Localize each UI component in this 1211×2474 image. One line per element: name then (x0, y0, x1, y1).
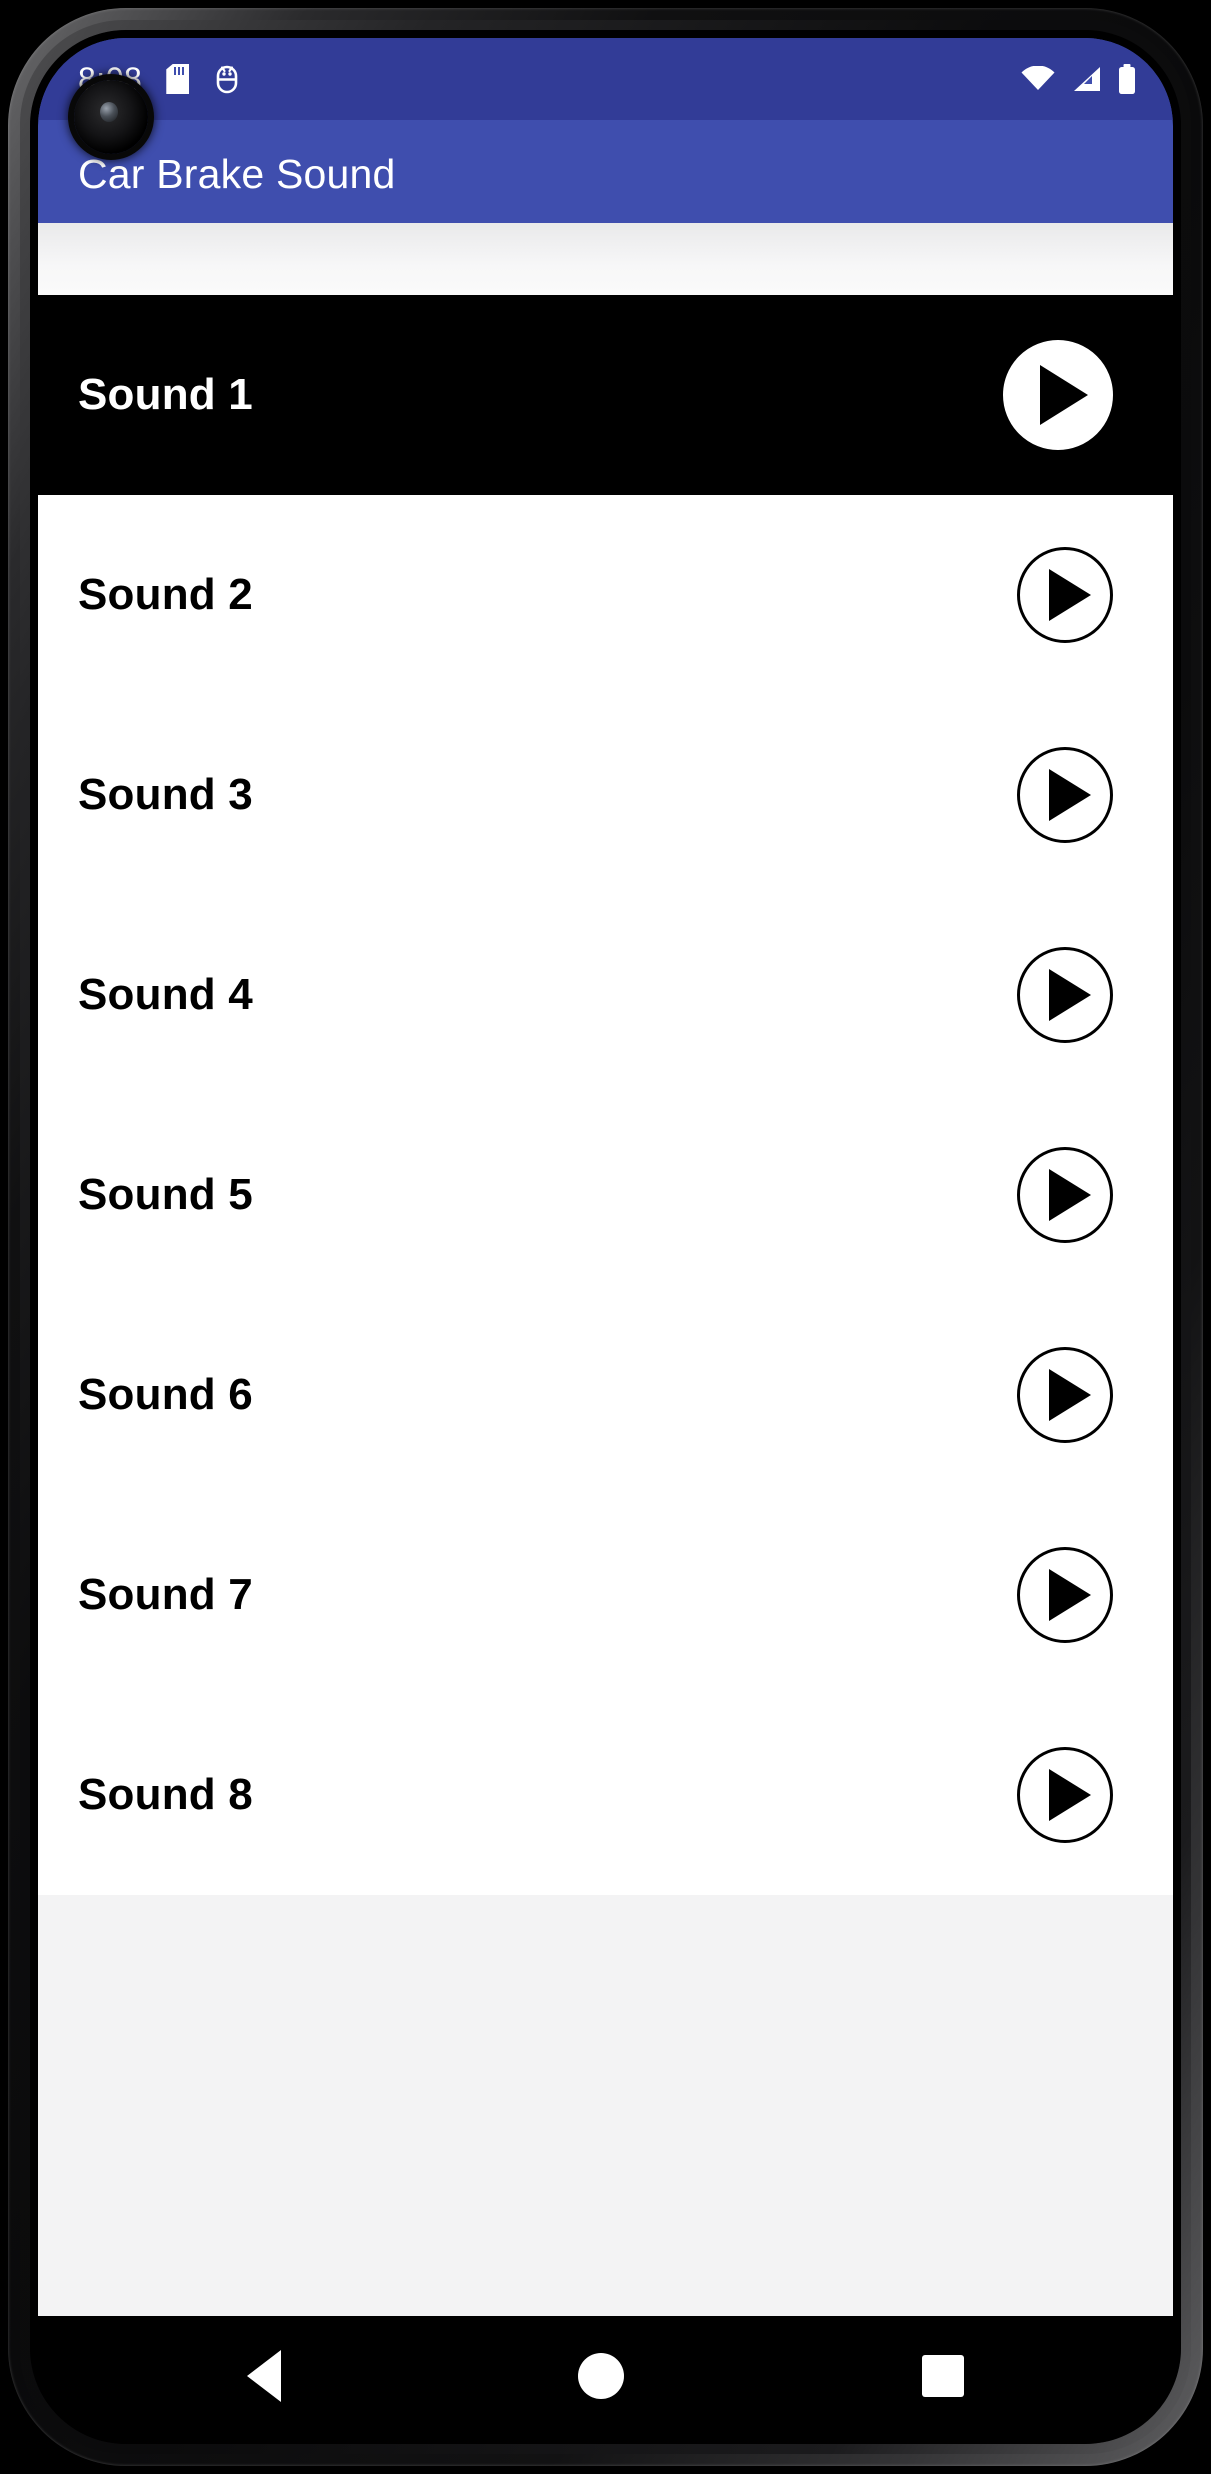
sdcard-icon (166, 64, 190, 94)
sound-label: Sound 4 (78, 970, 253, 1019)
list-item[interactable]: Sound 8 (38, 1695, 1173, 1895)
square-icon (922, 2355, 965, 2397)
list-item[interactable]: Sound 6 (38, 1295, 1173, 1495)
list-item[interactable]: Sound 2 (38, 495, 1173, 695)
wifi-icon (1021, 66, 1055, 92)
back-button[interactable] (246, 2350, 281, 2402)
play-button[interactable] (1017, 947, 1113, 1043)
play-button[interactable] (1003, 340, 1113, 450)
status-bar-right (1021, 64, 1137, 94)
battery-icon (1117, 64, 1137, 94)
phone-screen: 8:08 Car Brake Sound Sound 1 Sound 2 Sou… (38, 38, 1173, 2436)
sound-label: Sound 5 (78, 1170, 253, 1219)
app-bar: 8:08 Car Brake Sound (38, 38, 1173, 223)
play-icon (1049, 769, 1091, 821)
play-icon (1049, 569, 1091, 621)
appbar-shadow-strip (38, 223, 1173, 295)
list-item[interactable]: Sound 7 (38, 1495, 1173, 1695)
sound-label: Sound 8 (78, 1770, 253, 1819)
home-button[interactable] (578, 2353, 625, 2399)
play-icon (1049, 969, 1091, 1021)
sound-label: Sound 2 (78, 570, 253, 619)
play-icon (1040, 365, 1088, 425)
sound-list: Sound 1 Sound 2 Sound 3 Sound 4 Sound 5 Sound… (38, 295, 1173, 1895)
sound-label: Sound 3 (78, 770, 253, 819)
play-icon (1049, 1369, 1091, 1421)
app-viewport: 8:08 Car Brake Sound Sound 1 Sound 2 Sou… (38, 38, 1173, 2436)
triangle-left-icon (246, 2350, 281, 2402)
play-icon (1049, 1169, 1091, 1221)
play-button[interactable] (1017, 547, 1113, 643)
play-button[interactable] (1017, 1147, 1113, 1243)
play-icon (1049, 1769, 1091, 1821)
list-item[interactable]: Sound 3 (38, 695, 1173, 895)
play-icon (1049, 1569, 1091, 1621)
content-area: Sound 1 Sound 2 Sound 3 Sound 4 Sound 5 Sound… (38, 223, 1173, 2436)
list-item[interactable]: Sound 4 (38, 895, 1173, 1095)
sound-label: Sound 7 (78, 1570, 253, 1619)
android-debug-icon (213, 65, 241, 94)
play-button[interactable] (1017, 747, 1113, 843)
play-button[interactable] (1017, 1747, 1113, 1843)
screenshot-root: 8:08 Car Brake Sound Sound 1 Sound 2 Sou… (0, 0, 1211, 2474)
android-navigation-bar (38, 2316, 1173, 2436)
play-button[interactable] (1017, 1347, 1113, 1443)
list-item[interactable]: Sound 1 (38, 295, 1173, 495)
sound-label: Sound 6 (78, 1370, 253, 1419)
play-button[interactable] (1017, 1547, 1113, 1643)
signal-icon (1070, 65, 1102, 93)
sound-label: Sound 1 (78, 370, 253, 419)
circle-icon (578, 2353, 625, 2399)
camera-punch-hole (74, 80, 148, 154)
list-empty-area (38, 1895, 1173, 2316)
status-bar: 8:08 (38, 38, 1173, 120)
list-item[interactable]: Sound 5 (38, 1095, 1173, 1295)
recents-button[interactable] (922, 2355, 965, 2397)
